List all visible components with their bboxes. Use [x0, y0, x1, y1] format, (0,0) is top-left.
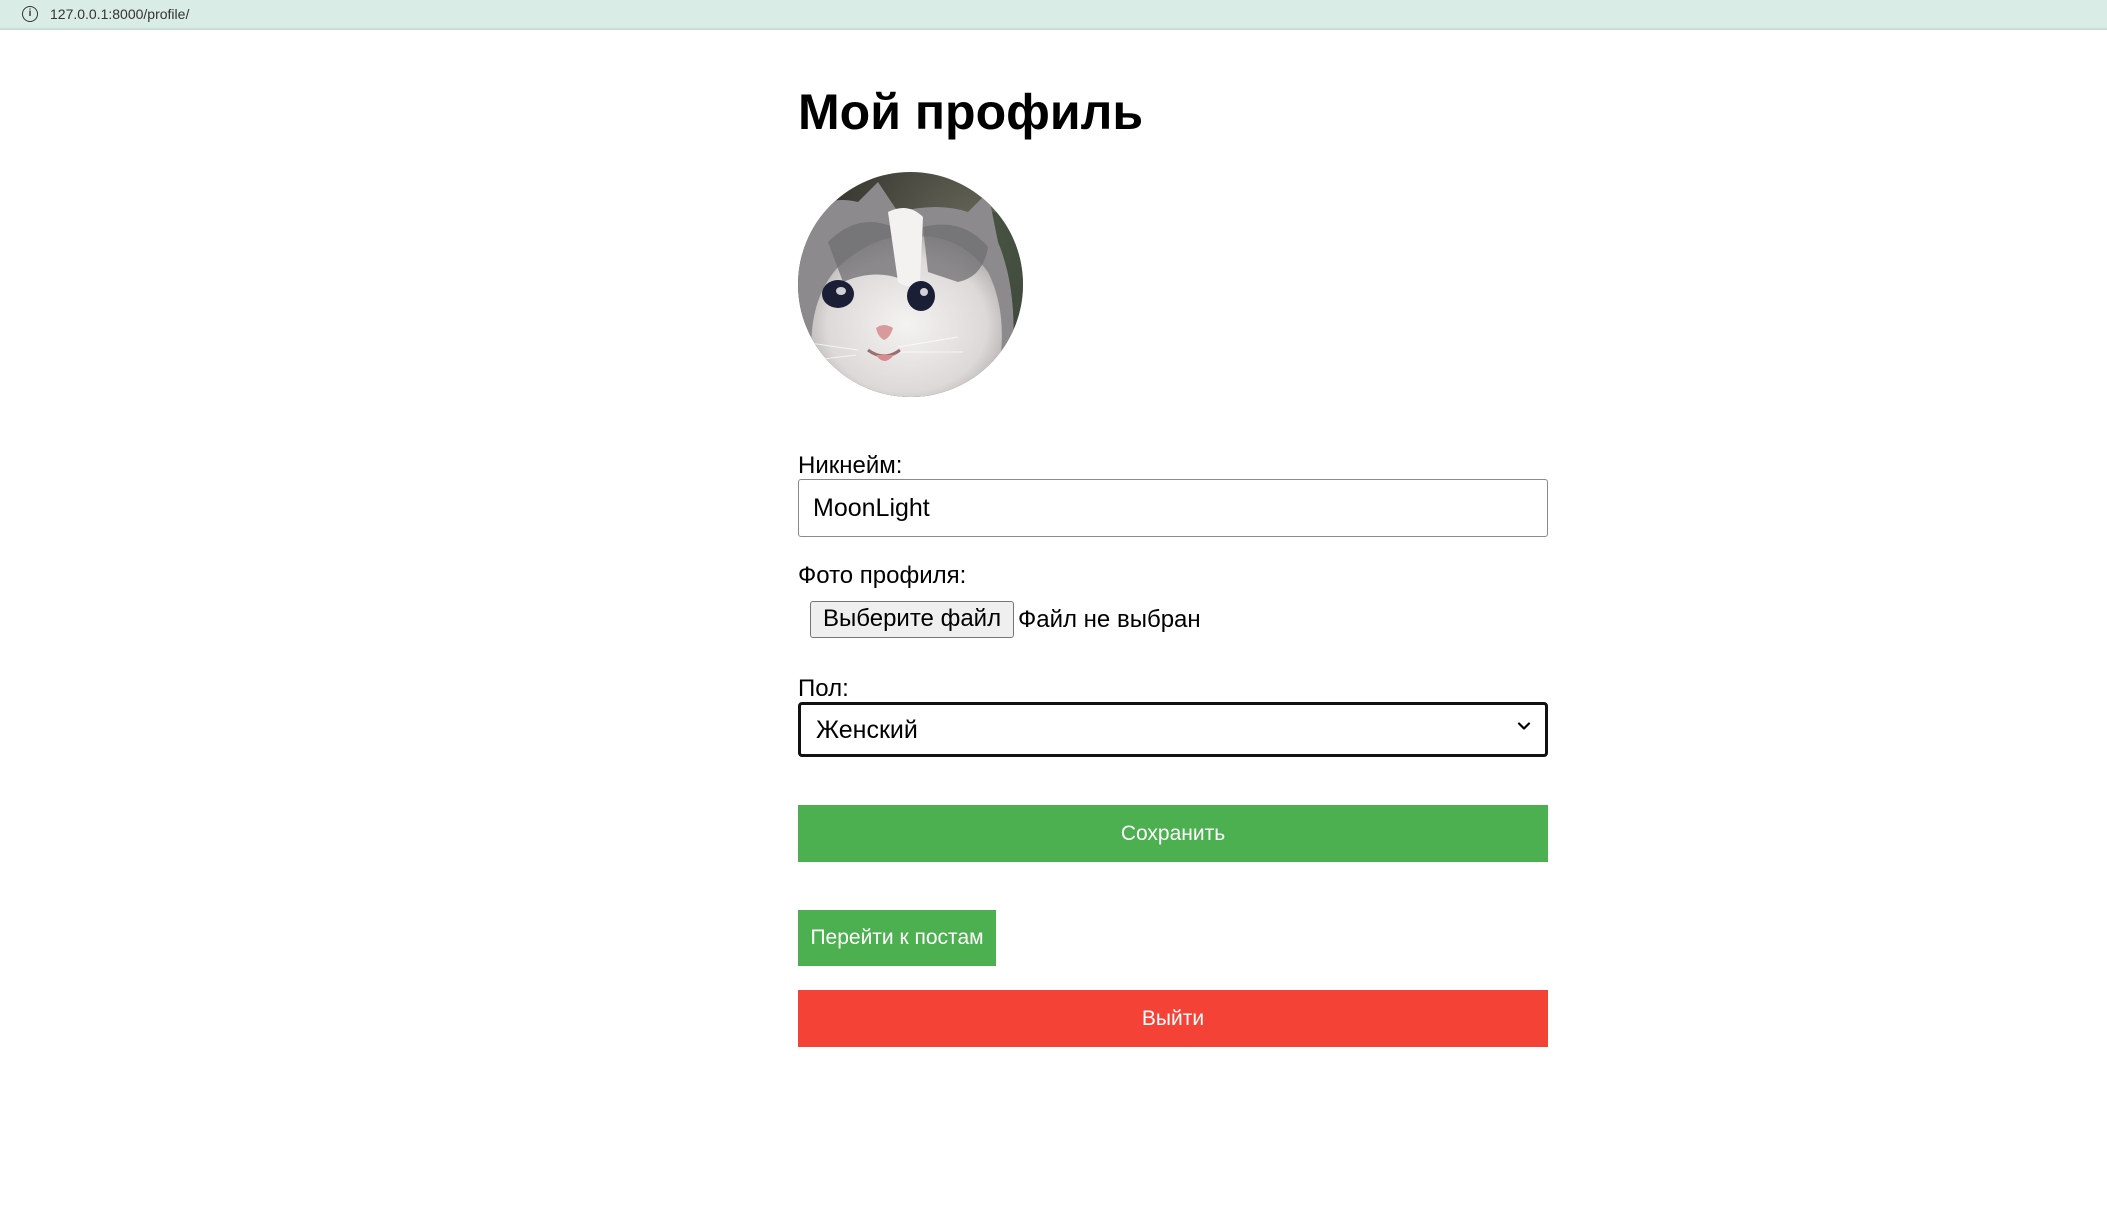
page-title: Мой профиль: [798, 84, 1144, 140]
save-button[interactable]: Сохранить: [798, 805, 1548, 862]
gender-select[interactable]: Женский: [798, 702, 1548, 757]
gender-select-value: Женский: [816, 716, 918, 744]
profile-photo-label: Фото профиля:: [798, 562, 967, 589]
kitten-avatar-image: [798, 172, 1023, 397]
url-text[interactable]: 127.0.0.1:8000/profile/: [50, 5, 189, 23]
go-to-posts-button[interactable]: Перейти к постам: [798, 910, 996, 966]
logout-button[interactable]: Выйти: [798, 990, 1548, 1047]
nickname-input[interactable]: [798, 479, 1548, 537]
browser-address-bar[interactable]: i 127.0.0.1:8000/profile/: [0, 0, 2107, 30]
gender-label: Пол:: [798, 675, 849, 702]
nickname-label: Никнейм:: [798, 452, 903, 479]
file-status-text: Файл не выбран: [1018, 606, 1201, 633]
choose-file-button[interactable]: Выберите файл: [810, 601, 1015, 638]
info-icon[interactable]: i: [22, 6, 38, 22]
avatar: [798, 172, 1023, 397]
chevron-down-icon: [1517, 722, 1531, 730]
